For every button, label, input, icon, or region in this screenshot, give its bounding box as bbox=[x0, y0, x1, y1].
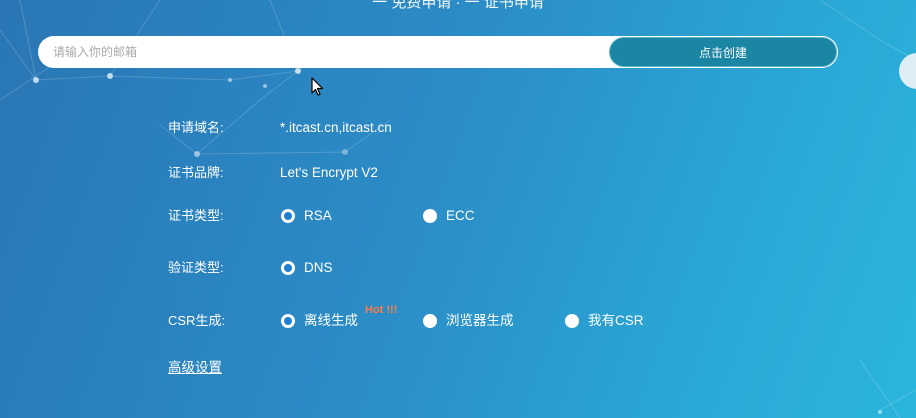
cert-type-row: 证书类型: RSA ECC bbox=[168, 206, 868, 226]
create-button[interactable]: 点击创建 bbox=[609, 37, 837, 67]
verify-type-row: 验证类型: DNS bbox=[168, 258, 868, 278]
csr-option-own[interactable]: 我有CSR bbox=[565, 311, 644, 331]
option-label: 离线生成 bbox=[304, 313, 358, 328]
cert-type-option-ecc[interactable]: ECC bbox=[423, 206, 475, 226]
option-label: 浏览器生成 bbox=[446, 313, 514, 328]
radio-selected-icon bbox=[281, 314, 295, 328]
radio-selected-icon bbox=[281, 209, 295, 223]
advanced-settings-link[interactable]: 高级设置 bbox=[168, 356, 222, 376]
brand-value: Let's Encrypt V2 bbox=[280, 165, 378, 180]
arrow-cursor-icon bbox=[311, 77, 324, 96]
radio-unselected-icon bbox=[423, 314, 437, 328]
brand-label: 证书品牌: bbox=[168, 165, 224, 180]
radio-unselected-icon bbox=[565, 314, 579, 328]
page-title: 一 免费申请 · 一 证书申请 bbox=[372, 0, 544, 11]
hot-badge: Hot !!! bbox=[365, 304, 398, 316]
option-label: ECC bbox=[446, 208, 475, 223]
csr-label: CSR生成: bbox=[168, 313, 226, 328]
cert-type-label: 证书类型: bbox=[168, 208, 224, 223]
radio-selected-icon bbox=[281, 261, 295, 275]
option-label: DNS bbox=[304, 260, 333, 275]
email-create-bar: 点击创建 bbox=[38, 36, 838, 68]
email-input[interactable] bbox=[38, 36, 609, 68]
option-label: 我有CSR bbox=[588, 313, 644, 328]
domain-label: 申请域名: bbox=[168, 120, 224, 135]
verify-type-option-dns[interactable]: DNS bbox=[281, 258, 333, 278]
csr-option-offline[interactable]: 离线生成 Hot !!! bbox=[281, 304, 397, 331]
csr-option-browser[interactable]: 浏览器生成 bbox=[423, 311, 514, 331]
domain-value: *.itcast.cn,itcast.cn bbox=[280, 120, 392, 135]
cert-type-option-rsa[interactable]: RSA bbox=[281, 206, 332, 226]
option-label: RSA bbox=[304, 208, 332, 223]
radio-unselected-icon bbox=[423, 209, 437, 223]
verify-type-label: 验证类型: bbox=[168, 260, 224, 275]
csr-row: CSR生成: 离线生成 Hot !!! 浏览器生成 我有CSR bbox=[168, 304, 868, 331]
